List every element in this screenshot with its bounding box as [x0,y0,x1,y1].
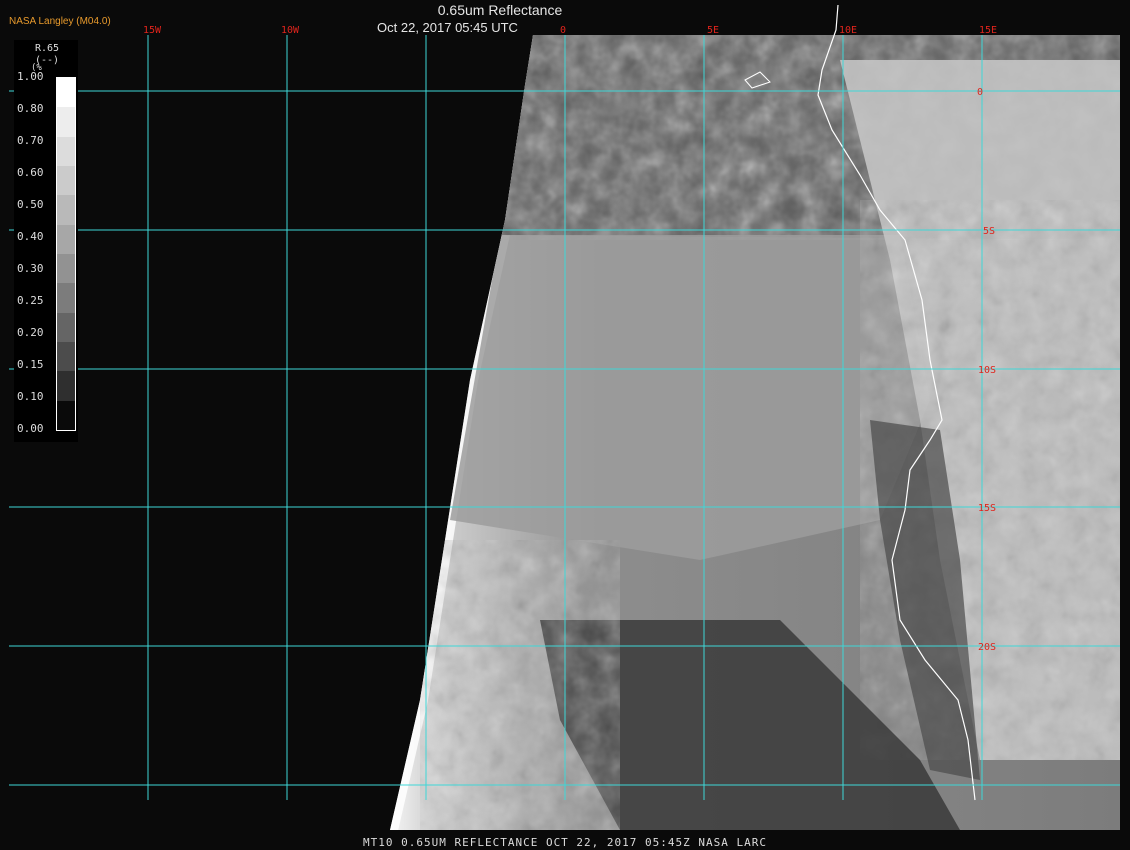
stratocumulus-deck [450,235,930,560]
earth-disk [390,35,1120,830]
lat-label-20s: 20S [978,642,996,653]
legend-tick-label: 0.50 [17,198,44,211]
legend-tick-label: 0.00 [17,422,44,435]
legend-tick-label: 0.40 [17,230,44,243]
legend-tick-label: 1.00 [17,70,44,83]
legend-swatch [57,283,75,314]
legend-tick-label: 0.20 [17,326,44,339]
legend-swatch [57,136,75,167]
legend-colorbar [56,77,76,431]
legend-swatch [57,371,75,402]
legend-swatch [57,195,75,226]
legend-swatch [57,254,75,284]
legend-tick-label: 0.60 [17,166,44,179]
legend-tick-label: 0.10 [17,390,44,403]
satellite-map: 15W 10W 0 5E 10E 15E 0 5S 10S 15S 20S [9,4,1120,830]
legend-swatch [57,312,75,343]
product-title: 0.65um Reflectance [437,2,563,18]
legend-tick-label: 0.30 [17,262,44,275]
footer-caption: MT10 0.65UM REFLECTANCE OCT 22, 2017 05:… [363,836,767,849]
color-legend: R.65 (--) (% 1.00 0.80 0.70 0.60 0.50 0.40 0.3… [14,40,78,442]
lat-label-5s: 5S [983,226,995,237]
lon-label-15e: 15E [979,25,997,36]
legend-swatch [57,78,75,108]
observation-datetime: Oct 22, 2017 05:45 UTC [377,20,518,35]
legend-swatch [57,400,75,431]
legend-swatch [57,166,75,196]
legend-param: R.65 [35,43,60,54]
legend-tick-label: 0.80 [17,102,44,115]
legend-swatch [57,342,75,372]
lat-label-15s: 15S [978,503,996,514]
legend-tick-label: 0.25 [17,294,44,307]
legend-tick-label: 0.15 [17,358,44,371]
legend-swatch [57,224,75,255]
legend-swatch [57,107,75,138]
lat-label-10s: 10S [978,365,996,376]
legend-tick-label: 0.70 [17,134,44,147]
lat-label-0: 0 [977,87,983,98]
